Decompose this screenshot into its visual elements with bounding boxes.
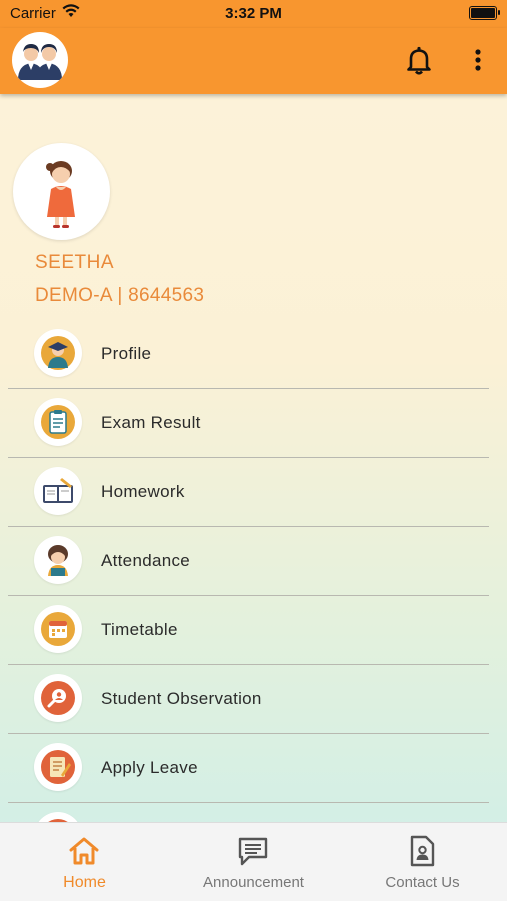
menu-list: Profile Exam Result Homework Attendance … [8,320,489,871]
menu-item-attendance[interactable]: Attendance [8,527,489,596]
bottom-tab-bar: Home Announcement Contact Us [0,822,507,901]
menu-item-label: Exam Result [101,413,201,432]
tab-announcement[interactable]: Announcement [169,823,338,901]
app-bar [0,28,507,94]
student-name: SEETHA [35,252,115,273]
tab-label: Announcement [203,874,304,891]
message-icon [238,837,268,866]
tab-home[interactable]: Home [0,823,169,901]
menu-item-exam-result[interactable]: Exam Result [8,389,489,458]
menu-item-label: Student Observation [101,689,262,708]
contact-doc-icon [410,835,435,867]
leave-note-icon [34,743,82,791]
status-bar: Carrier 3:32 PM [0,0,507,28]
menu-item-label: Attendance [101,551,191,570]
student-class-info: DEMO-A | 8644563 [35,285,205,306]
menu-item-profile[interactable]: Profile [8,320,489,389]
graduate-icon [34,329,82,377]
bell-icon[interactable] [403,44,435,76]
tab-label: Home [63,874,106,891]
menu-item-student-observation[interactable]: Student Observation [8,665,489,734]
menu-item-label: Timetable [101,620,178,639]
menu-item-label: Homework [101,482,185,501]
menu-item-label: Apply Leave [101,758,198,777]
battery-icon [469,6,500,20]
tab-label: Contact Us [385,874,460,891]
student-avatar [13,143,110,240]
home-icon [69,837,99,865]
calendar-icon [34,605,82,653]
clipboard-icon [34,398,82,446]
menu-item-apply-leave[interactable]: Apply Leave [8,734,489,803]
magnifier-user-icon [34,674,82,722]
menu-item-label: Profile [101,344,152,363]
tab-contact-us[interactable]: Contact Us [338,823,507,901]
more-vertical-icon[interactable] [466,44,490,76]
clock: 3:32 PM [225,5,282,22]
students-logo-icon[interactable] [12,32,68,88]
menu-item-timetable[interactable]: Timetable [8,596,489,665]
menu-item-homework[interactable]: Homework [8,458,489,527]
homework-icon [34,467,82,515]
student-girl-icon [34,536,82,584]
